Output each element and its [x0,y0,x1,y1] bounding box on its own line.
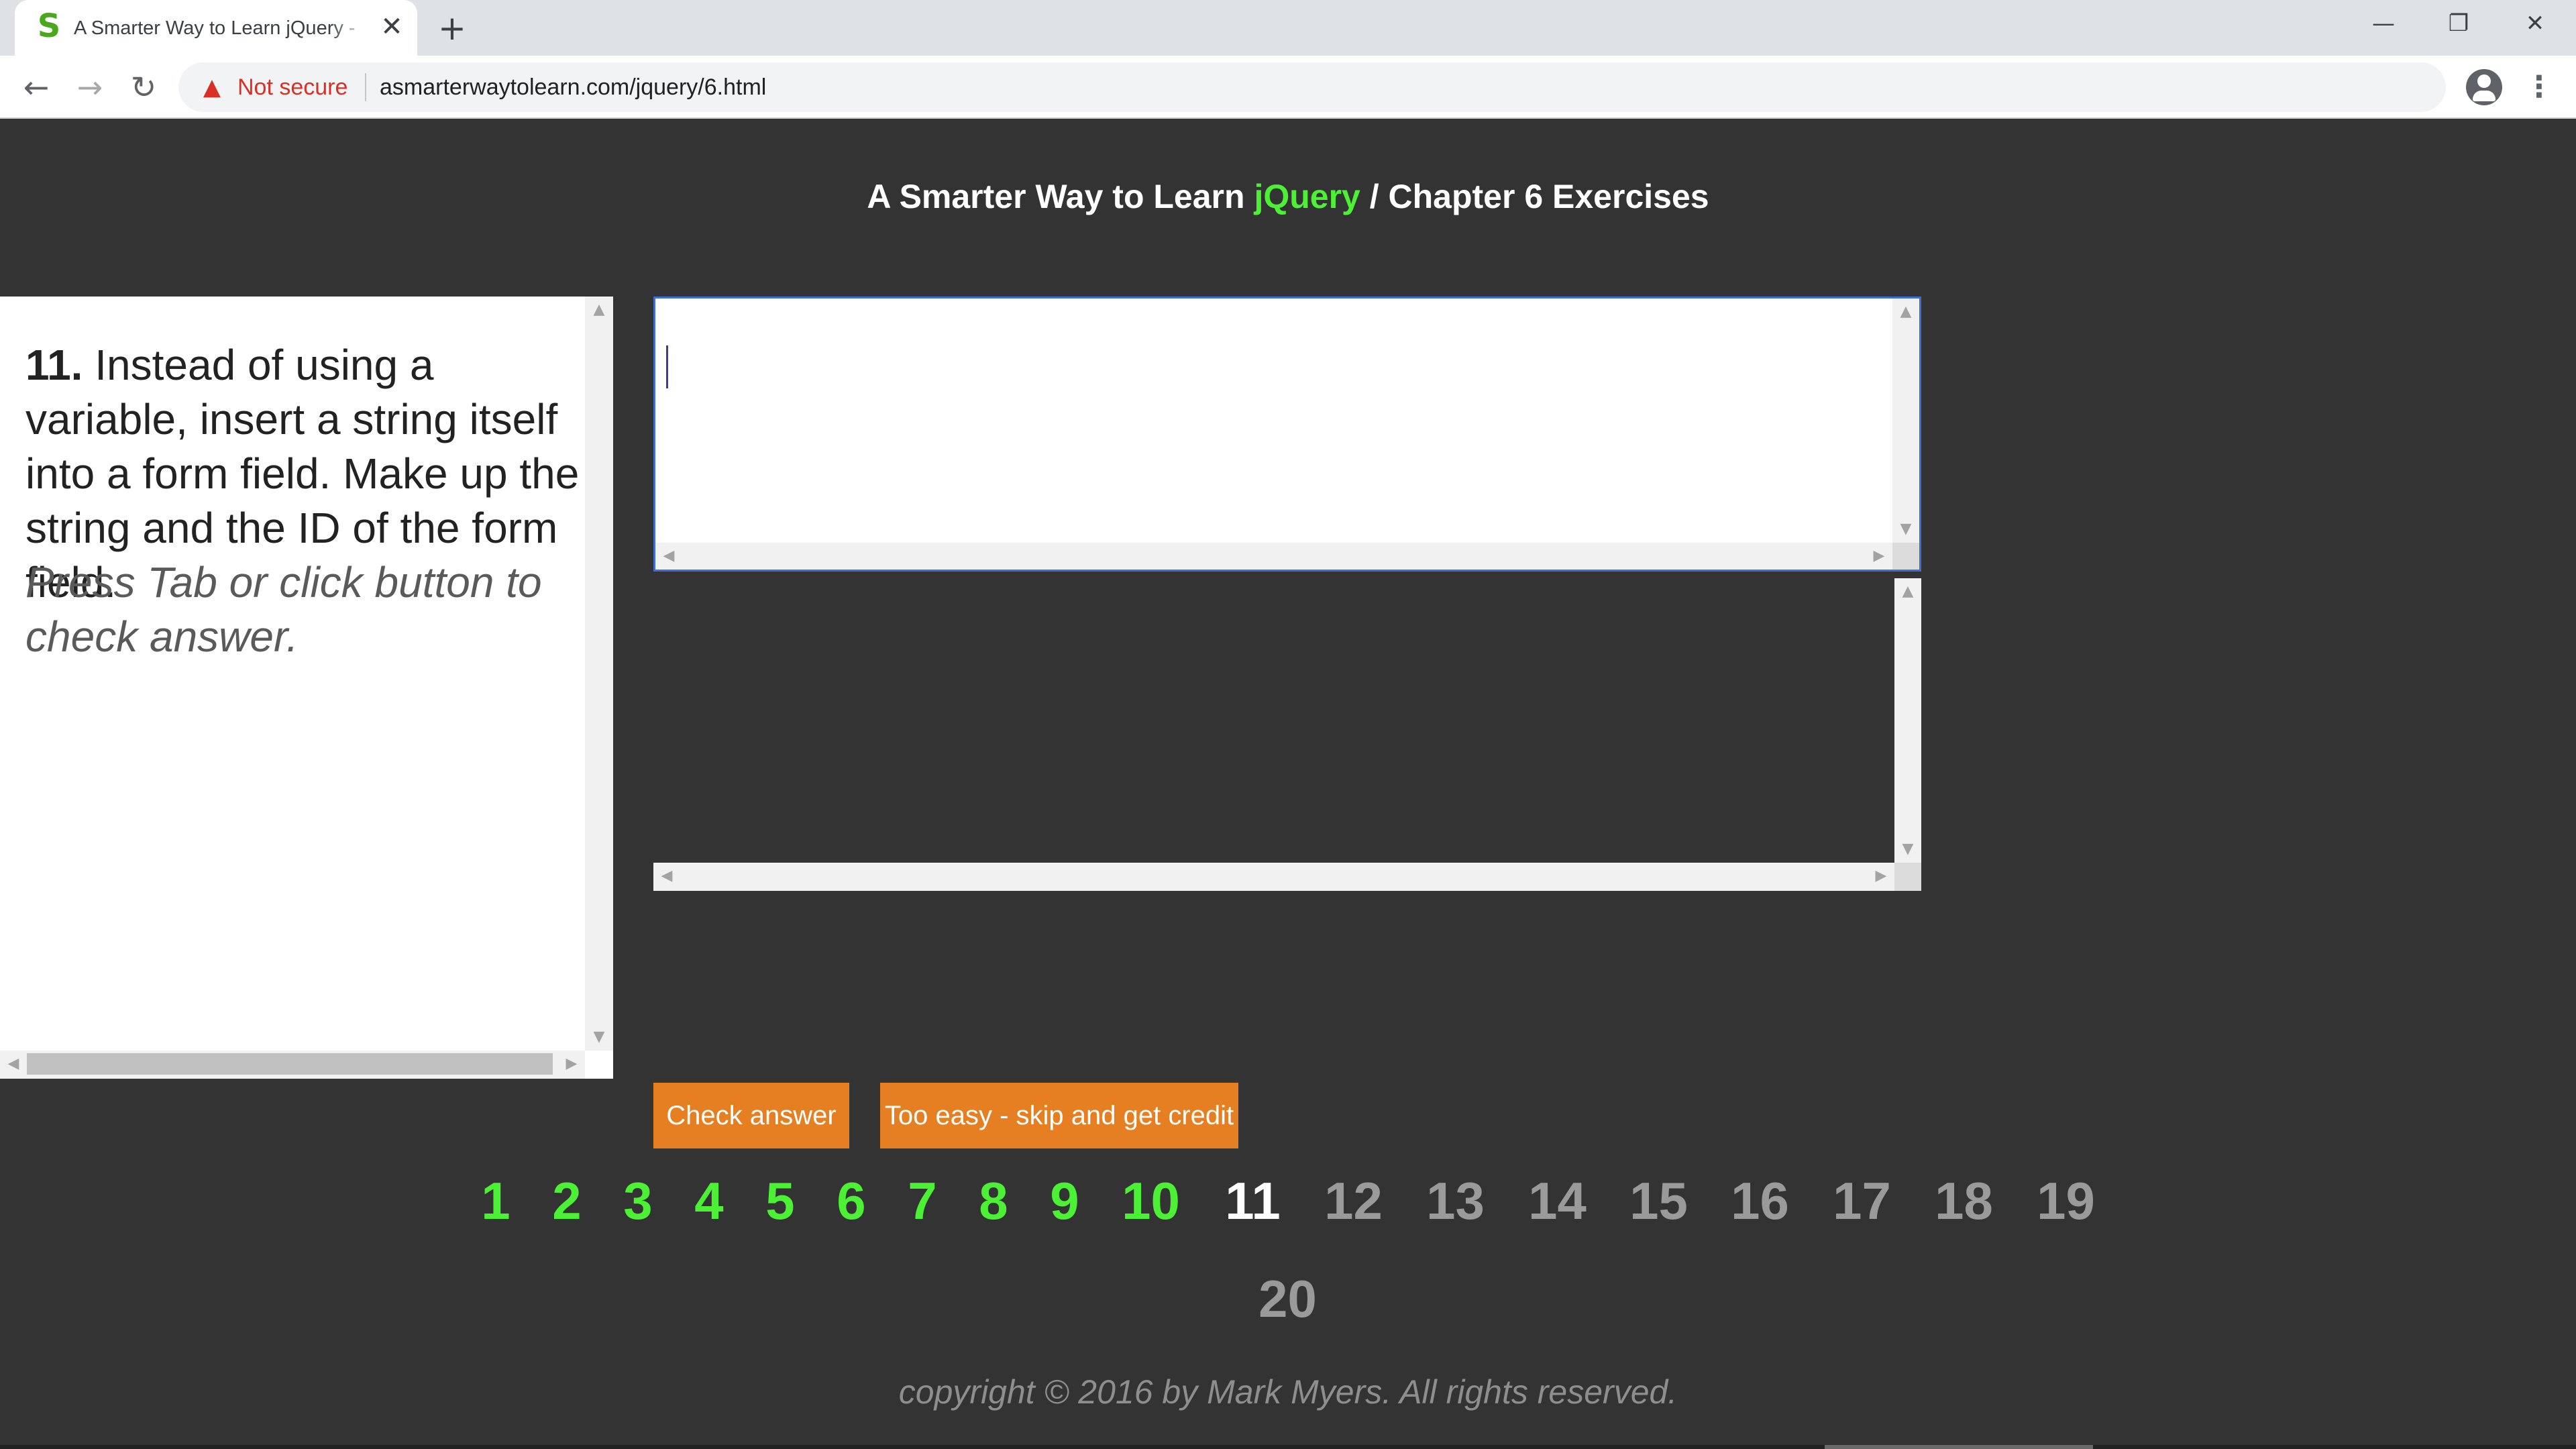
page-link-11[interactable]: 11 [1208,1167,1298,1234]
scroll-down-arrow-icon[interactable]: ▼ [1892,516,1919,543]
security-indicator[interactable]: Not secure [237,74,347,101]
page-link-17[interactable]: 17 [1817,1167,1907,1234]
instruction-horizontal-scrollbar[interactable]: ◀ ▶ [0,1051,585,1079]
instruction-vertical-scrollbar[interactable]: ▲ ▼ [585,297,613,1051]
page-link-10[interactable]: 10 [1106,1167,1196,1234]
plus-icon[interactable]: + [433,9,471,47]
editor-vertical-scrollbar[interactable]: ▲ ▼ [1892,299,1919,543]
exercise-hint: Press Tab or click button to check answe… [25,558,542,661]
scroll-up-arrow-icon[interactable]: ▲ [1892,299,1919,325]
code-editor[interactable]: ▲ ▼ ◀ ▶ [653,297,1921,572]
close-window-icon[interactable]: ✕ [2512,7,2559,40]
exercise-pagination: 1 2 3 4 5 6 7 8 9 10 11 12 13 14 15 16 1… [0,1167,2576,1328]
page-link-7[interactable]: 7 [885,1167,959,1234]
scrollbar-corner [1892,543,1919,570]
page-link-12[interactable]: 12 [1308,1167,1399,1234]
page-link-6[interactable]: 6 [814,1167,888,1234]
text-caret [666,345,668,388]
scroll-left-arrow-icon[interactable]: ◀ [655,543,682,570]
profile-avatar-icon[interactable] [2466,69,2502,105]
page-link-15[interactable]: 15 [1613,1167,1704,1234]
warning-triangle-icon[interactable]: ▲ [197,72,227,102]
page-link-8[interactable]: 8 [957,1167,1030,1234]
page-link-3[interactable]: 3 [601,1167,675,1234]
instruction-panel: 11. Instead of using a variable, insert … [0,297,613,1079]
kebab-menu-icon[interactable]: ⋮ [2522,67,2556,107]
page-link-16[interactable]: 16 [1715,1167,1805,1234]
output-vertical-scrollbar[interactable]: ▲ ▼ [1894,578,1921,863]
address-bar[interactable]: ▲ Not secure asmarterwaytolearn.com/jque… [178,62,2446,112]
skip-exercise-button[interactable]: Too easy - skip and get credit [880,1083,1238,1148]
scroll-left-arrow-icon[interactable]: ◀ [0,1051,27,1079]
minimize-icon[interactable]: — [2360,7,2407,40]
page-title-suffix: / Chapter 6 Exercises [1360,178,1709,215]
page-title-prefix: A Smarter Way to Learn [867,178,1254,215]
copyright-notice: copyright © 2016 by Mark Myers. All righ… [898,1373,1678,1411]
scroll-left-arrow-icon[interactable]: ◀ [653,863,680,891]
page-link-13[interactable]: 13 [1410,1167,1501,1234]
editor-horizontal-scrollbar[interactable]: ◀ ▶ [655,543,1892,570]
tab-title: A Smarter Way to Learn jQuery - [74,17,356,39]
close-icon[interactable]: ✕ [377,12,407,42]
reload-icon[interactable]: ↻ [123,67,164,107]
page-title-accent: jQuery [1254,178,1360,215]
page-link-1[interactable]: 1 [459,1167,533,1234]
forward-arrow-icon[interactable]: → [70,67,110,107]
scroll-right-arrow-icon[interactable]: ▶ [1868,863,1894,891]
browser-toolbar: ← → ↻ ▲ Not secure asmarterwaytolearn.co… [0,56,2576,119]
scroll-right-arrow-icon[interactable]: ▶ [558,1051,585,1079]
scroll-down-arrow-icon[interactable]: ▼ [585,1024,613,1051]
omnibox-divider [365,73,366,101]
url-text[interactable]: asmarterwaytolearn.com/jquery/6.html [380,74,766,101]
page-link-2[interactable]: 2 [530,1167,604,1234]
page-bottom-scroll-thumb[interactable] [1825,1445,2093,1449]
back-arrow-icon[interactable]: ← [16,67,56,107]
page-link-19[interactable]: 19 [2021,1167,2111,1234]
tab-title-fade [330,13,370,43]
scroll-right-arrow-icon[interactable]: ▶ [1866,543,1892,570]
output-area[interactable]: ▲ ▼ ◀ ▶ [653,578,1921,891]
tab-strip: S A Smarter Way to Learn jQuery - ✕ + — … [0,0,2576,56]
scroll-thumb[interactable] [27,1053,553,1075]
page-link-14[interactable]: 14 [1512,1167,1603,1234]
scrollbar-corner [1894,863,1921,891]
scroll-up-arrow-icon[interactable]: ▲ [1894,578,1921,605]
favicon-s-icon: S [37,7,61,45]
scroll-up-arrow-icon[interactable]: ▲ [585,297,613,323]
restore-icon[interactable]: ❐ [2435,7,2482,40]
page-link-5[interactable]: 5 [743,1167,817,1234]
page-link-9[interactable]: 9 [1028,1167,1102,1234]
check-answer-button[interactable]: Check answer [653,1083,849,1148]
page-link-4[interactable]: 4 [672,1167,746,1234]
page-link-18[interactable]: 18 [1919,1167,2009,1234]
page-bottom-scroll-track [0,1445,2576,1449]
exercise-number: 11. [25,341,83,389]
page-link-20[interactable]: 20 [1242,1265,1333,1332]
browser-tab[interactable]: S A Smarter Way to Learn jQuery - ✕ [15,0,417,56]
scroll-down-arrow-icon[interactable]: ▼ [1894,836,1921,863]
page-title: A Smarter Way to Learn jQuery / Chapter … [0,173,2576,220]
output-horizontal-scrollbar[interactable]: ◀ ▶ [653,863,1894,891]
